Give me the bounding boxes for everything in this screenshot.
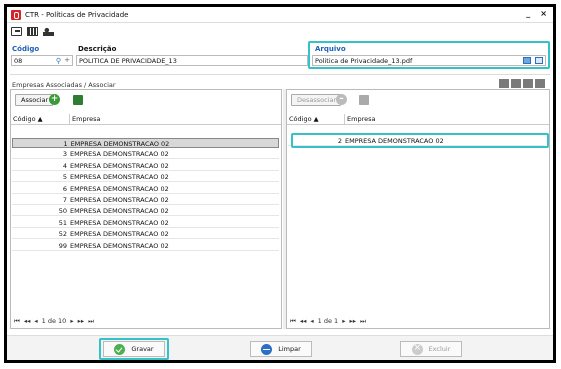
prev-icon[interactable]: ◂ [310, 317, 313, 325]
excel-icon-disabled [359, 95, 369, 105]
close-button[interactable]: × [540, 9, 547, 18]
right-panel: Desassociar – Código ▲ Empresa 2 EMPRESA … [286, 89, 550, 329]
window-title: CTR - Políticas de Privacidade [25, 10, 129, 19]
cell-codigo: 6 [62, 184, 67, 193]
cell-empresa: EMPRESA DEMONSTRACAO 02 [70, 161, 169, 170]
cell-codigo: 51 [58, 218, 67, 227]
cell-codigo: 3 [62, 150, 67, 159]
divider [10, 74, 550, 75]
cell-empresa: EMPRESA DEMONSTRACAO 02 [70, 150, 169, 159]
descricao-field[interactable]: POLITICA DE PRIVACIDADE_13 [76, 55, 308, 66]
left-column-header: Código ▲ Empresa [11, 114, 281, 125]
next-icon[interactable]: ▸ [342, 317, 345, 325]
cell-codigo: 5 [62, 173, 67, 182]
first-page-icon[interactable]: ⏮ [14, 317, 20, 326]
left-pager: ⏮ ◂◂ ◂ 1 de 10 ▸ ▸▸ ⏭ [11, 316, 94, 326]
save-highlight [99, 338, 169, 360]
cell-codigo: 99 [58, 241, 67, 250]
col-empresa[interactable]: Empresa [345, 114, 545, 125]
delete-icon [411, 343, 423, 355]
table-row[interactable]: 99 EMPRESA DEMONSTRACAO 02 [12, 241, 279, 251]
first-page-icon[interactable]: ⏮ [290, 317, 296, 326]
toolbar [7, 24, 553, 38]
associar-button[interactable]: Associar [15, 94, 53, 106]
add-icon[interactable]: + [64, 56, 70, 64]
col-codigo[interactable]: Código ▲ [11, 114, 70, 125]
minus-icon [261, 343, 273, 355]
app-icon [11, 9, 21, 20]
table-row[interactable]: 51 EMPRESA DEMONSTRACAO 02 [12, 218, 279, 228]
cell-codigo: 52 [58, 230, 67, 239]
descricao-label: Descrição [78, 45, 117, 53]
table-row[interactable]: 6 EMPRESA DEMONSTRACAO 02 [12, 184, 279, 194]
layout-icon[interactable] [511, 79, 521, 88]
cell-empresa: EMPRESA DEMONSTRACAO 02 [70, 184, 169, 193]
cell-empresa: EMPRESA DEMONSTRACAO 02 [70, 218, 169, 227]
cell-empresa: EMPRESA DEMONSTRACAO 02 [70, 207, 169, 216]
cell-codigo: 7 [62, 196, 67, 204]
remove-circle-icon[interactable]: – [336, 94, 347, 105]
last-page-icon[interactable]: ⏭ [360, 317, 366, 326]
right-pager: ⏮ ◂◂ ◂ 1 de 1 ▸ ▸▸ ⏭ [287, 316, 366, 326]
window: CTR - Políticas de Privacidade _ × Códig… [4, 4, 556, 363]
codigo-field[interactable]: 08 ⚲ + [11, 55, 73, 66]
cell-empresa: EMPRESA DEMONSTRACAO 02 [70, 173, 169, 182]
delete-label: Excluir [428, 345, 451, 353]
col-codigo[interactable]: Código ▲ [287, 114, 345, 125]
excel-icon[interactable] [73, 95, 83, 105]
table-row[interactable]: 5 EMPRESA DEMONSTRACAO 02 [12, 172, 279, 183]
search-icon[interactable]: ⚲ [56, 57, 61, 65]
undo-icon[interactable] [499, 79, 509, 88]
last-page-icon[interactable]: ⏭ [88, 317, 94, 326]
desassociar-button[interactable]: Desassociar [291, 94, 341, 106]
row-highlight [291, 133, 549, 148]
exit-icon[interactable] [11, 26, 22, 36]
arquivo-highlight [308, 41, 550, 69]
cell-codigo: 50 [58, 207, 67, 216]
cell-empresa: EMPRESA DEMONSTRACAO 02 [70, 196, 169, 204]
next-page-icon[interactable]: ▸▸ [78, 317, 85, 325]
clear-button[interactable]: Limpar [250, 341, 312, 357]
user-icon[interactable] [43, 26, 54, 36]
right-column-header: Código ▲ Empresa [287, 114, 549, 125]
section-icons [499, 79, 545, 88]
table-row[interactable]: 3 EMPRESA DEMONSTRACAO 02 [12, 149, 279, 160]
clear-label: Limpar [278, 345, 301, 353]
cell-empresa: EMPRESA DEMONSTRACAO 02 [70, 241, 169, 250]
cell-codigo: 4 [62, 161, 67, 170]
cell-empresa: EMPRESA DEMONSTRACAO 02 [70, 230, 169, 239]
prev-page-icon[interactable]: ◂◂ [24, 317, 31, 325]
table-row[interactable]: 7 EMPRESA DEMONSTRACAO 02 [12, 195, 279, 205]
left-panel: Associar + Código ▲ Empresa 1 EMPRESA DEM… [10, 89, 282, 329]
split-icon[interactable] [523, 79, 533, 88]
delete-button[interactable]: Excluir [400, 341, 462, 357]
table-row[interactable]: 52 EMPRESA DEMONSTRACAO 02 [12, 229, 279, 240]
col-empresa[interactable]: Empresa [70, 114, 280, 125]
footer: Gravar Limpar Excluir [7, 335, 553, 360]
codigo-label: Código [12, 45, 40, 53]
next-page-icon[interactable]: ▸▸ [349, 317, 356, 325]
expand-icon[interactable] [535, 79, 545, 88]
section-title: Empresas Associadas / Associar [12, 81, 116, 89]
table-row[interactable]: 1 EMPRESA DEMONSTRACAO 02 [12, 138, 279, 148]
cell-empresa: EMPRESA DEMONSTRACAO 02 [70, 140, 170, 148]
title-bar: CTR - Políticas de Privacidade _ × [7, 7, 553, 23]
page-indicator: 1 de 10 [41, 317, 67, 325]
table-row[interactable]: 50 EMPRESA DEMONSTRACAO 02 [12, 206, 279, 217]
next-icon[interactable]: ▸ [70, 317, 73, 325]
grid-icon[interactable] [27, 26, 38, 36]
prev-page-icon[interactable]: ◂◂ [300, 317, 307, 325]
table-row[interactable]: 4 EMPRESA DEMONSTRACAO 02 [12, 161, 279, 171]
codigo-value: 08 [14, 56, 23, 65]
cell-codigo: 1 [63, 140, 68, 148]
add-circle-icon[interactable]: + [49, 94, 60, 105]
minimize-button[interactable]: _ [526, 9, 530, 18]
prev-icon[interactable]: ◂ [34, 317, 37, 325]
page-indicator: 1 de 1 [317, 317, 339, 325]
